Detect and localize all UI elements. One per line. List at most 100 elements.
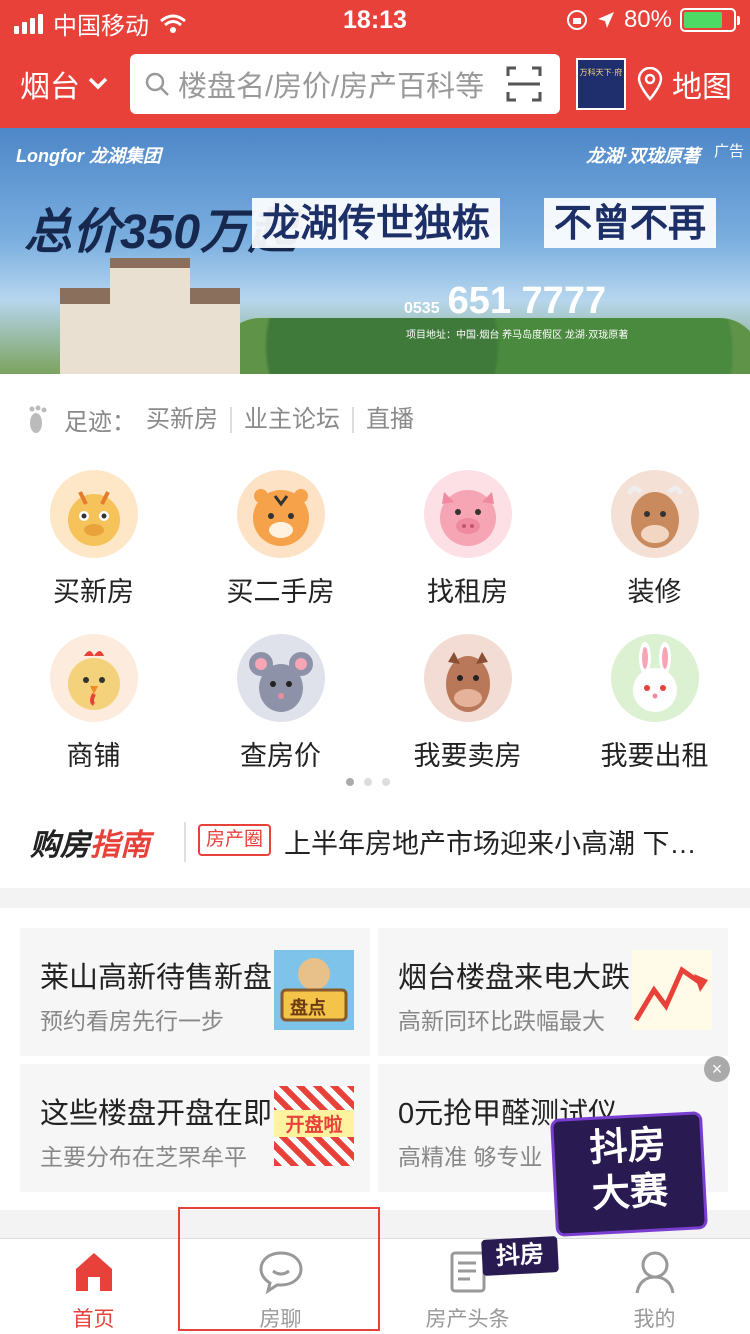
card-image-text: 盘点 xyxy=(290,998,326,1018)
banner-slogan-1: 龙湖传世独栋 xyxy=(252,198,501,248)
card-subtitle: 高精准 够专业 xyxy=(398,1144,543,1170)
header: 烟台 楼盘名/房价/房产百科等 万科天下·府 地图 xyxy=(0,40,750,128)
banner-brand-right: 龙湖·双珑原著 xyxy=(586,146,700,166)
category-sell-home[interactable]: 我要卖房 xyxy=(374,634,561,773)
search-icon xyxy=(145,72,169,96)
dragon-icon xyxy=(49,470,138,558)
category-decoration[interactable]: 装修 xyxy=(561,470,748,609)
guide-logo-a: 购房 xyxy=(30,829,90,862)
location-pin-icon xyxy=(637,67,663,101)
rotation-lock-icon xyxy=(566,10,587,30)
footprint-item-forum[interactable]: 业主论坛 xyxy=(230,406,352,433)
search-placeholder: 楼盘名/房价/房产百科等 xyxy=(178,71,485,103)
ad-thumbnail[interactable]: 万科天下·府 xyxy=(576,58,626,110)
card-title: 这些楼盘开盘在即 xyxy=(40,1098,273,1130)
tab-promo-badge[interactable]: 抖房 xyxy=(481,1236,559,1276)
footprint-icon xyxy=(29,405,47,433)
banner-brand-left: Longfor 龙湖集团 xyxy=(16,146,161,166)
category-label: 我要出租 xyxy=(600,741,709,771)
banner-address: 项目地址：中国·烟台 养马岛度假区 龙湖·双珑原著 xyxy=(406,330,629,341)
card-title: 烟台楼盘来电大跌 xyxy=(398,962,631,994)
page-indicator xyxy=(346,778,390,786)
guide-divider xyxy=(184,822,186,862)
home-icon xyxy=(76,1253,112,1291)
card-image: 开盘啦 xyxy=(274,1086,354,1166)
banner-phone-prefix: 0535 xyxy=(404,300,440,317)
guide-headline[interactable]: 上半年房地产市场迎来小高潮 下… xyxy=(284,822,724,861)
guide-logo: 购房指南 xyxy=(30,820,150,864)
main-content: 足迹： 买新房 业主论坛 直播 买新房 买二手房 找租房 装修 商铺 查房价 我… xyxy=(0,374,750,888)
category-rent-out[interactable]: 我要出租 xyxy=(561,634,748,773)
map-label: 地图 xyxy=(672,71,732,104)
floating-promo[interactable]: 抖房 大赛 xyxy=(553,1114,705,1234)
horse-icon xyxy=(423,634,512,722)
category-rent[interactable]: 找租房 xyxy=(374,470,561,609)
trend-down-icon xyxy=(632,950,712,1030)
city-label: 烟台 xyxy=(20,71,80,104)
battery-icon xyxy=(680,8,740,32)
guide-logo-b: 指南 xyxy=(90,829,150,862)
category-label: 买新房 xyxy=(53,577,134,607)
category-label: 查房价 xyxy=(240,741,321,771)
page-dot xyxy=(346,778,354,786)
category-label: 商铺 xyxy=(66,741,121,771)
banner-slogan-2: 不曾不再 xyxy=(544,198,717,248)
ad-banner[interactable]: Longfor 龙湖集团 龙湖·双珑原著 广告 总价350万起 龙湖传世独栋 不… xyxy=(0,128,750,374)
tab-profile[interactable]: 我的 xyxy=(561,1239,748,1334)
promo-card[interactable]: 莱山高新待售新盘 预约看房先行一步 盘点 xyxy=(20,928,370,1056)
promo-line-2: 大赛 xyxy=(590,1170,670,1216)
promo-line-1: 抖房 xyxy=(588,1124,667,1170)
category-buy-new[interactable]: 买新房 xyxy=(0,470,187,609)
guide-tag: 房产圈 xyxy=(198,824,272,856)
battery-fill xyxy=(684,12,723,28)
category-label: 找租房 xyxy=(427,577,508,607)
card-title: 莱山高新待售新盘 xyxy=(40,962,273,994)
search-bar[interactable]: 楼盘名/房价/房产百科等 xyxy=(130,54,560,114)
rabbit-icon xyxy=(610,634,699,722)
category-label: 我要卖房 xyxy=(413,741,522,771)
card-subtitle: 主要分布在芝罘牟平 xyxy=(40,1144,247,1170)
card-subtitle: 预约看房先行一步 xyxy=(40,1008,224,1034)
rat-icon xyxy=(236,634,325,722)
banner-phone-number: 651 7777 xyxy=(447,280,607,322)
scan-icon[interactable] xyxy=(506,66,542,102)
tab-label: 首页 xyxy=(72,1308,115,1331)
highlight-box xyxy=(178,1207,380,1331)
footprint-bar: 足迹： 买新房 业主论坛 直播 xyxy=(26,402,426,437)
pig-icon xyxy=(423,470,512,558)
rooster-icon xyxy=(49,634,138,722)
banner-phone: 0535 651 7777 xyxy=(404,280,606,323)
card-image-text: 开盘啦 xyxy=(274,1110,354,1137)
footprint-label: 足迹： xyxy=(64,409,136,436)
category-buy-second-hand[interactable]: 买二手房 xyxy=(187,470,374,609)
footprint-item-live[interactable]: 直播 xyxy=(352,406,426,433)
chevron-down-icon xyxy=(88,77,108,90)
ad-thumbnail-text: 万科天下·府 xyxy=(579,68,623,77)
city-selector[interactable]: 烟台 xyxy=(20,62,108,106)
card-subtitle: 高新同环比跌幅最大 xyxy=(398,1008,605,1034)
battery-percent: 80% xyxy=(623,6,672,33)
location-arrow-icon xyxy=(597,12,614,28)
tiger-icon xyxy=(236,470,325,558)
category-shops[interactable]: 商铺 xyxy=(0,634,187,773)
close-icon[interactable]: × xyxy=(704,1056,730,1082)
ox-icon xyxy=(610,470,699,558)
buying-guide-ticker[interactable]: 购房指南 房产圈 上半年房地产市场迎来小高潮 下… xyxy=(0,804,750,888)
page-dot xyxy=(382,778,390,786)
category-label: 装修 xyxy=(627,577,682,607)
tab-label: 我的 xyxy=(633,1308,676,1331)
promo-card[interactable]: 这些楼盘开盘在即 主要分布在芝罘牟平 开盘啦 xyxy=(20,1064,370,1192)
profile-icon xyxy=(635,1251,675,1294)
category-price-check[interactable]: 查房价 xyxy=(187,634,374,773)
footprint-item-new-home[interactable]: 买新房 xyxy=(136,406,230,433)
banner-villa-image xyxy=(60,258,240,374)
status-bar: 中国移动 18:13 80% xyxy=(0,0,750,40)
page-dot xyxy=(364,778,372,786)
promo-card[interactable]: 烟台楼盘来电大跌 高新同环比跌幅最大 xyxy=(378,928,728,1056)
status-right: 80% xyxy=(566,6,740,34)
map-button[interactable]: 地图 xyxy=(636,62,732,106)
ad-tag: 广告 xyxy=(713,143,744,160)
tab-home[interactable]: 首页 xyxy=(0,1239,187,1334)
category-label: 买二手房 xyxy=(226,577,335,607)
card-image: 盘点 xyxy=(274,950,354,1030)
